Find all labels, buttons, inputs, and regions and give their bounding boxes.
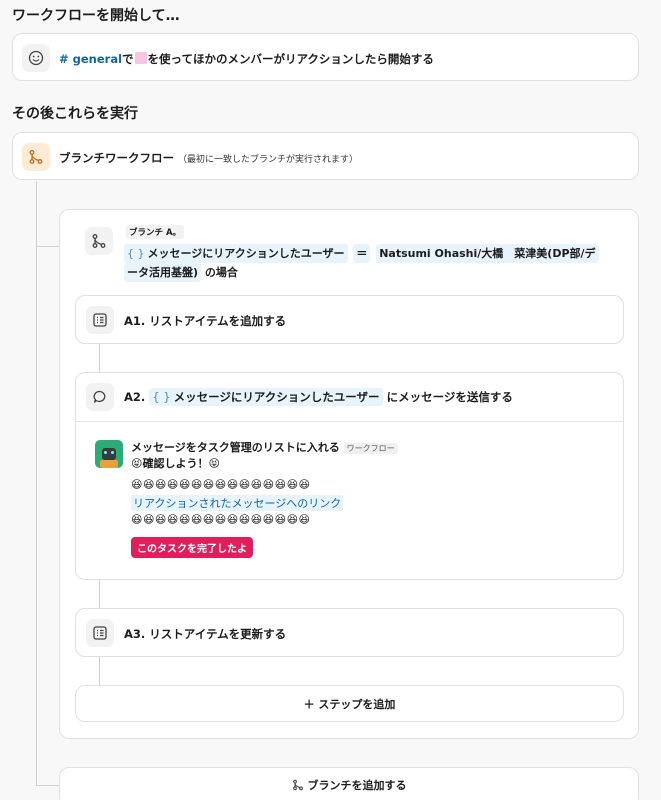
- channel-link[interactable]: # general: [59, 52, 122, 66]
- trigger-card[interactable]: # generalで を使ってほかのメンバーがリアクションしたら開始する: [12, 33, 639, 81]
- branch-workflow-title: ブランチワークフロー （最初に一致したブランチが実行されます）: [59, 151, 359, 165]
- branch-add-icon: [292, 779, 303, 791]
- step-a3-card[interactable]: A3. リストアイテムを更新する: [75, 608, 624, 657]
- list-icon: [86, 619, 114, 647]
- variable-chip[interactable]: { } メッセージにリアクションしたユーザー: [149, 388, 383, 406]
- emoji-row: 😆😆😆😆😆😆😆😆😆😆😆😆😆😆😆: [131, 478, 311, 491]
- connector-line: [99, 580, 100, 608]
- step-a2-label: A2. { } メッセージにリアクションしたユーザー にメッセージを送信する: [124, 388, 513, 406]
- add-step-button[interactable]: ＋ ステップを追加: [75, 685, 624, 722]
- divider: [76, 421, 623, 422]
- equals-chip: ＝: [353, 244, 371, 263]
- branch-a-label: ブランチ A。: [126, 225, 185, 239]
- step-a2-card[interactable]: A2. { } メッセージにリアクションしたユーザー にメッセージを送信する メッ…: [75, 372, 624, 580]
- message-bubble-icon: [86, 383, 114, 411]
- value-chip[interactable]: Natsumi Ohashi/大橋 菜津美(DP部/デ: [376, 244, 599, 263]
- step-a1-card[interactable]: A1. リストアイテムを追加する: [75, 295, 624, 344]
- message-sender: メッセージをタスク管理のリストに入れる ワークフロー: [131, 439, 398, 455]
- bot-avatar: [95, 440, 123, 468]
- connector-line: [36, 246, 59, 247]
- branch-a-condition: { } メッセージにリアクションしたユーザー ＝ Natsumi Ohashi/大…: [124, 244, 624, 282]
- step-a3-label: A3. リストアイテムを更新する: [124, 627, 287, 641]
- complete-task-button[interactable]: このタスクを完了したよ: [131, 537, 253, 558]
- value-chip-cont[interactable]: ータ活用基盤): [124, 263, 202, 282]
- branch-icon: [85, 227, 113, 255]
- list-icon: [86, 306, 114, 334]
- smiley-icon: [22, 44, 50, 72]
- branch-workflow-card[interactable]: ブランチワークフロー （最初に一致したブランチが実行されます）: [12, 132, 639, 180]
- add-branch-button[interactable]: ブランチを追加する: [59, 767, 639, 800]
- emoji-row: 😆😆😆😆😆😆😆😆😆😆😆😆😆😆😆: [131, 513, 311, 526]
- connector-line: [36, 785, 59, 786]
- trigger-text: # generalで を使ってほかのメンバーがリアクションしたら開始する: [59, 52, 434, 66]
- step-a1-label: A1. リストアイテムを追加する: [124, 314, 287, 328]
- trigger-heading: ワークフローを開始して…: [12, 8, 180, 24]
- branch-workflow-note: （最初に一致したブランチが実行されます）: [178, 155, 359, 165]
- reaction-emoji-icon: [134, 52, 147, 64]
- connector-line: [99, 657, 100, 685]
- steps-heading: その後これらを実行: [12, 106, 138, 122]
- message-link[interactable]: リアクションされたメッセージへのリンク: [131, 495, 344, 511]
- branch-icon: [22, 143, 50, 171]
- variable-chip[interactable]: { } メッセージにリアクションしたユーザー: [124, 244, 348, 263]
- workflow-tag: ワークフロー: [343, 443, 398, 454]
- branch-a-card[interactable]: ブランチ A。 { } メッセージにリアクションしたユーザー ＝ Natsumi …: [59, 209, 639, 739]
- connector-line: [99, 344, 100, 372]
- connector-line: [36, 181, 37, 785]
- message-line1: 😝確認しよう！😝: [131, 457, 220, 470]
